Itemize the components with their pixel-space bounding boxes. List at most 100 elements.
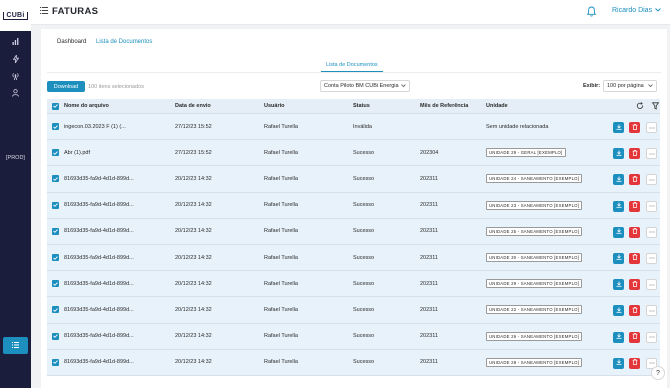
delete-row-button[interactable] bbox=[629, 174, 640, 186]
subtab-lista-de-documentos[interactable]: Lista de Documentos bbox=[321, 59, 383, 72]
upload-date: 20/12/23 14:32 bbox=[175, 359, 212, 366]
refresh-icon[interactable] bbox=[636, 102, 644, 112]
reference-month: 202311 bbox=[420, 333, 438, 340]
delete-row-button[interactable] bbox=[629, 200, 640, 212]
user-name-cell: Rafael Turella bbox=[264, 228, 298, 235]
tabs-bar: Dashboard Lista de Documentos bbox=[41, 29, 667, 55]
download-row-button[interactable] bbox=[613, 226, 624, 238]
row-checkbox[interactable] bbox=[52, 166, 60, 191]
hamburger-icon[interactable] bbox=[40, 7, 48, 15]
download-row-button[interactable] bbox=[613, 200, 624, 212]
reference-month: 202311 bbox=[420, 254, 438, 261]
download-row-button[interactable] bbox=[613, 252, 624, 264]
file-name[interactable]: 81693d35-fa9d-4d1d-899d... bbox=[64, 324, 169, 349]
column-header-usuario[interactable]: Usuário bbox=[264, 99, 344, 113]
select-all-checkbox[interactable] bbox=[52, 99, 60, 113]
per-page-select[interactable]: 100 por página bbox=[603, 80, 657, 92]
delete-row-button[interactable] bbox=[629, 122, 640, 133]
download-row-button[interactable] bbox=[613, 122, 624, 133]
more-options-button[interactable] bbox=[646, 279, 657, 291]
row-checkbox[interactable] bbox=[52, 245, 60, 270]
app-logo[interactable]: CUBi bbox=[3, 11, 28, 20]
column-header-mes-referencia[interactable]: Mês de Referência bbox=[420, 99, 480, 113]
download-row-button[interactable] bbox=[613, 148, 624, 160]
row-checkbox[interactable] bbox=[52, 114, 60, 139]
more-options-button[interactable] bbox=[646, 252, 657, 264]
bolt-icon[interactable] bbox=[10, 53, 21, 64]
file-name[interactable]: 81693d35-fa9d-4d1d-899d... bbox=[64, 271, 169, 296]
sidebar-nav: [PROD] bbox=[0, 31, 31, 388]
filter-icon[interactable] bbox=[651, 102, 660, 112]
table-row[interactable]: 81693d35-fa9d-4d1d-899d... 20/12/23 14:3… bbox=[47, 323, 660, 350]
download-row-button[interactable] bbox=[613, 279, 624, 291]
bell-icon[interactable] bbox=[586, 6, 597, 17]
row-checkbox[interactable] bbox=[52, 297, 60, 322]
download-icon bbox=[616, 124, 622, 132]
bar-chart-icon[interactable] bbox=[10, 36, 21, 47]
file-name[interactable]: 81693d35-fa9d-4d1d-899d... bbox=[64, 297, 169, 322]
table-row[interactable]: Abr (1).pdf 27/12/23 15:52 Rafael Turell… bbox=[47, 140, 660, 167]
delete-row-button[interactable] bbox=[629, 305, 640, 317]
file-name[interactable]: 81693d35-fa9d-4d1d-899d... bbox=[64, 219, 169, 244]
menu-collapse-button[interactable] bbox=[3, 337, 28, 354]
delete-row-button[interactable] bbox=[629, 331, 640, 343]
table-header-row: Nome do arquivo Data de envio Usuário St… bbox=[47, 99, 660, 114]
unit-badge: UNIDADE 25 - SANEAMENTO [EXEMPLO] bbox=[486, 226, 583, 236]
file-name[interactable]: Abr (1).pdf bbox=[64, 140, 169, 165]
chevron-down-icon bbox=[648, 83, 653, 90]
file-name[interactable]: 81693d35-fa9d-4d1d-899d... bbox=[64, 166, 169, 191]
more-options-button[interactable] bbox=[646, 200, 657, 212]
unit-badge: UNIDADE 26 - SANEAMENTO [EXEMPLO] bbox=[486, 331, 583, 341]
user-icon[interactable] bbox=[10, 87, 21, 98]
delete-row-button[interactable] bbox=[629, 357, 640, 369]
more-options-button[interactable] bbox=[646, 122, 657, 133]
download-row-button[interactable] bbox=[613, 305, 624, 317]
column-header-unidade[interactable]: Unidade bbox=[486, 99, 596, 113]
more-options-button[interactable] bbox=[646, 305, 657, 317]
file-name[interactable]: 81693d35-fa9d-4d1d-899d... bbox=[64, 350, 169, 375]
row-actions bbox=[607, 297, 660, 322]
table-row[interactable]: 81693d35-fa9d-4d1d-899d... 20/12/23 14:3… bbox=[47, 349, 660, 376]
download-row-button[interactable] bbox=[613, 174, 624, 186]
table-row[interactable]: 81693d35-fa9d-4d1d-899d... 20/12/23 14:3… bbox=[47, 166, 660, 193]
broadcast-icon[interactable] bbox=[10, 70, 21, 81]
more-options-button[interactable] bbox=[646, 331, 657, 343]
row-actions bbox=[607, 193, 660, 218]
tab-lista-de-documentos[interactable]: Lista de Documentos bbox=[88, 29, 160, 55]
row-checkbox[interactable] bbox=[52, 193, 60, 218]
row-checkbox[interactable] bbox=[52, 271, 60, 296]
file-name[interactable]: ingecon.03.2023 F (1) (... bbox=[64, 114, 169, 139]
user-menu[interactable]: Ricardo Dias bbox=[612, 7, 661, 14]
file-name[interactable]: 81693d35-fa9d-4d1d-899d... bbox=[64, 245, 169, 270]
more-icon bbox=[649, 308, 655, 314]
column-header-nome[interactable]: Nome do arquivo bbox=[64, 99, 169, 113]
table-row[interactable]: ingecon.03.2023 F (1) (... 27/12/23 15:5… bbox=[47, 114, 660, 141]
delete-row-button[interactable] bbox=[629, 226, 640, 238]
delete-row-button[interactable] bbox=[629, 148, 640, 160]
file-name[interactable]: 81693d35-fa9d-4d1d-899d... bbox=[64, 193, 169, 218]
column-header-data[interactable]: Data de envio bbox=[175, 99, 255, 113]
row-checkbox[interactable] bbox=[52, 350, 60, 375]
selected-count-text: 100 itens selecionados bbox=[88, 84, 144, 90]
table-row[interactable]: 81693d35-fa9d-4d1d-899d... 20/12/23 14:3… bbox=[47, 192, 660, 219]
table-row[interactable]: 81693d35-fa9d-4d1d-899d... 20/12/23 14:3… bbox=[47, 297, 660, 324]
table-row[interactable]: 81693d35-fa9d-4d1d-899d... 20/12/23 14:3… bbox=[47, 271, 660, 298]
help-button[interactable]: ? bbox=[651, 366, 665, 380]
unit-badge: UNIDADE 30 - SANEAMENTO [EXEMPLO] bbox=[486, 253, 583, 263]
delete-row-button[interactable] bbox=[629, 279, 640, 291]
row-checkbox[interactable] bbox=[52, 140, 60, 165]
column-header-status[interactable]: Status bbox=[353, 99, 413, 113]
download-button[interactable]: Download bbox=[47, 81, 85, 92]
download-row-button[interactable] bbox=[613, 331, 624, 343]
account-select[interactable]: Conta Piloto BM CUBi Energia bbox=[320, 80, 410, 92]
more-options-button[interactable] bbox=[646, 148, 657, 160]
reference-month: 202311 bbox=[420, 228, 438, 235]
row-checkbox[interactable] bbox=[52, 219, 60, 244]
table-row[interactable]: 81693d35-fa9d-4d1d-899d... 20/12/23 14:3… bbox=[47, 244, 660, 272]
more-options-button[interactable] bbox=[646, 174, 657, 186]
delete-row-button[interactable] bbox=[629, 252, 640, 264]
more-options-button[interactable] bbox=[646, 226, 657, 238]
table-row[interactable]: 81693d35-fa9d-4d1d-899d... 20/12/23 14:3… bbox=[47, 218, 660, 245]
row-checkbox[interactable] bbox=[52, 324, 60, 349]
download-row-button[interactable] bbox=[613, 357, 624, 369]
